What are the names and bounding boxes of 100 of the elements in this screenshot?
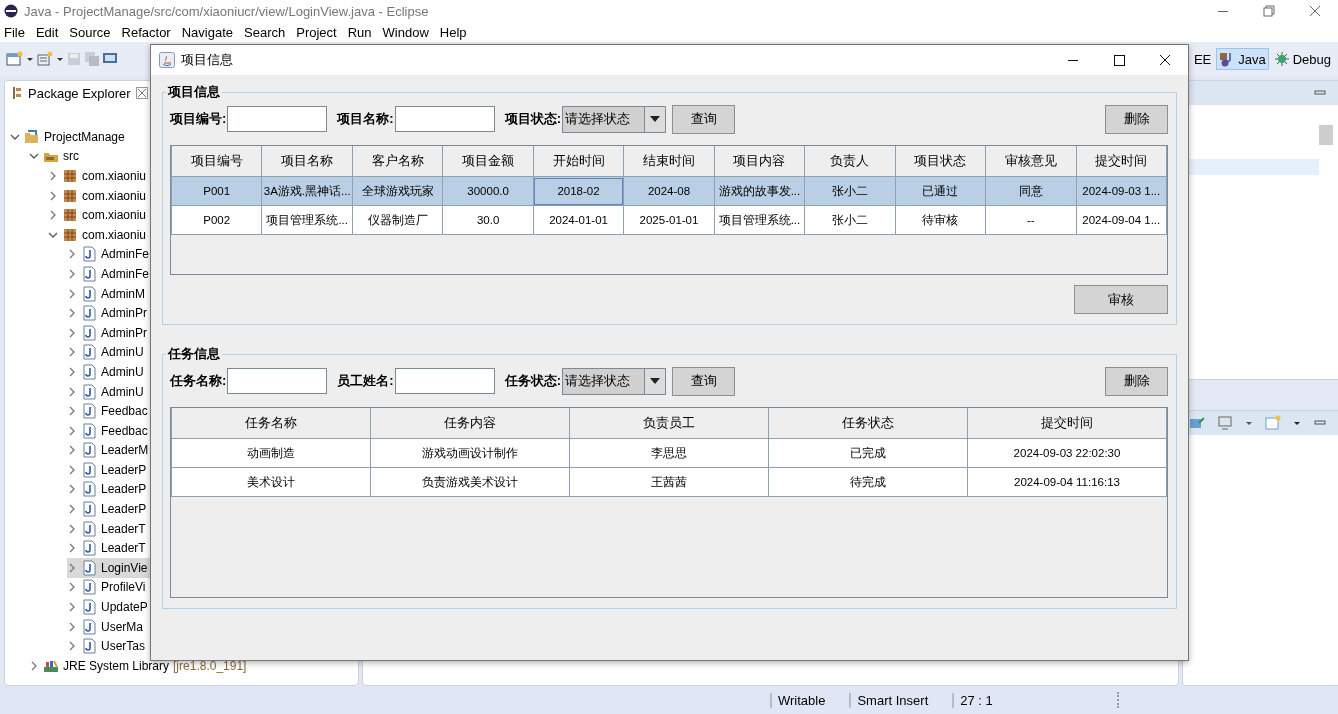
menu-item[interactable]: Refactor	[121, 24, 171, 40]
tree-item[interactable]: com.xiaoniu	[48, 166, 149, 186]
review-button[interactable]: 审核	[1074, 285, 1168, 314]
chevron-right-icon[interactable]	[67, 562, 77, 573]
tree-item[interactable]: LeaderP	[67, 460, 149, 480]
tree-item[interactable]: AdminFe	[67, 264, 152, 284]
chevron-right-icon[interactable]	[67, 268, 77, 279]
chevron-right-icon[interactable]	[67, 543, 77, 554]
chevron-right-icon[interactable]	[67, 425, 77, 436]
tree-item[interactable]: AdminU	[67, 342, 146, 363]
column-header[interactable]: 任务内容	[370, 408, 570, 439]
tree-item[interactable]: AdminM	[67, 283, 147, 304]
scrollbar[interactable]	[1319, 125, 1333, 145]
chevron-right-icon[interactable]	[67, 308, 77, 319]
column-header[interactable]: 负责员工	[569, 408, 769, 439]
status-dropdown[interactable]: 请选择状态	[562, 105, 667, 133]
table-row[interactable]: P001 3A游戏.黑神话... 全球游戏玩家 30000.0 2018-02 2024-08 游戏的故事发... 张小二 已通过 同意 2024-09-03 1...	[171, 176, 1167, 206]
chevron-right-icon[interactable]	[67, 366, 77, 377]
tree-item[interactable]: LoginVie	[67, 558, 150, 578]
menu-item[interactable]: File	[4, 24, 25, 40]
tree-item[interactable]: UserMa	[67, 616, 145, 637]
tree-item[interactable]: LeaderM	[67, 440, 151, 461]
table-row[interactable]: 美术设计 负责游戏美术设计 王茜茜 待完成 2024-09-04 11:16:13	[171, 467, 1167, 497]
column-header[interactable]: 提交时间	[1076, 146, 1167, 177]
column-header[interactable]: 项目内容	[714, 146, 805, 177]
tree-item[interactable]: ProfileVi	[67, 577, 148, 598]
perspective-button[interactable]: Debug	[1270, 48, 1334, 70]
menu-item[interactable]: Edit	[35, 24, 59, 40]
column-header[interactable]: 开始时间	[533, 146, 624, 177]
delete-button[interactable]: 删除	[1105, 104, 1168, 134]
tree-item[interactable]: com.xiaoniu	[48, 224, 149, 245]
chevron-right-icon[interactable]	[67, 602, 77, 613]
menu-item[interactable]: Source	[69, 24, 111, 40]
tree-item[interactable]: LeaderT	[67, 538, 148, 559]
column-header[interactable]: 客户名称	[352, 146, 443, 177]
menu-item[interactable]: Help	[439, 24, 467, 40]
chevron-right-icon[interactable]	[67, 406, 77, 417]
chevron-right-icon[interactable]	[67, 484, 77, 495]
tree-item[interactable]: AdminPr	[67, 303, 149, 323]
delete-button[interactable]: 删除	[1105, 366, 1168, 396]
tree-item[interactable]: AdminFe	[67, 244, 152, 265]
tree-item[interactable]: AdminU	[67, 381, 146, 402]
input-field[interactable]	[394, 368, 495, 394]
column-header[interactable]: 项目金额	[442, 146, 534, 177]
tree-item[interactable]: com.xiaoniu	[48, 185, 149, 206]
status-dropdown[interactable]: 请选择状态	[562, 367, 667, 395]
chevron-right-icon[interactable]	[67, 504, 77, 515]
chevron-right-icon[interactable]	[67, 288, 77, 299]
tree-item[interactable]: LeaderT	[67, 518, 148, 539]
chevron-right-icon[interactable]	[67, 641, 77, 652]
input-field[interactable]	[394, 106, 495, 132]
chevron-right-icon[interactable]	[29, 660, 39, 671]
tree-item[interactable]: com.xiaoniu	[48, 205, 149, 225]
column-header[interactable]: 负责人	[804, 146, 896, 177]
table-row[interactable]: P002 项目管理系统... 仪器制造厂 30.0 2024-01-01 2025-01-01 项目管理系统... 张小二 待审核 -- 2024-09-04 1...	[171, 205, 1167, 235]
chevron-right-icon[interactable]	[48, 190, 58, 201]
tree-item[interactable]: AdminPr	[67, 322, 149, 343]
menu-item[interactable]: Project	[296, 24, 337, 40]
column-header[interactable]: 审核意见	[985, 146, 1077, 177]
tree-item[interactable]: Feedbac	[67, 420, 150, 441]
tree-item[interactable]: JRE System Library [jre1.8.0_191]	[29, 656, 249, 676]
perspective-button[interactable]: Java	[1216, 48, 1269, 70]
input-field[interactable]	[227, 368, 328, 394]
column-header[interactable]: 项目状态	[895, 146, 986, 177]
menu-item[interactable]: Search	[244, 24, 286, 40]
column-header[interactable]: 任务名称	[171, 408, 371, 439]
column-header[interactable]: 提交时间	[967, 408, 1167, 439]
tree-item[interactable]: UpdateP	[67, 597, 150, 617]
chevron-right-icon[interactable]	[48, 171, 58, 181]
chevron-right-icon[interactable]	[67, 327, 77, 338]
column-header[interactable]: 任务状态	[768, 408, 968, 439]
panel-title[interactable]: Package Explorer	[28, 85, 131, 101]
perspective-button[interactable]: EE	[1190, 48, 1215, 70]
tree-item[interactable]: ProjectManage	[10, 127, 127, 147]
chevron-right-icon[interactable]	[67, 523, 77, 534]
column-header[interactable]: 项目名称	[261, 146, 353, 177]
chevron-right-icon[interactable]	[67, 621, 77, 632]
tree-item[interactable]: src	[29, 146, 81, 167]
table-row[interactable]: 动画制造 游戏动画设计制作 李思思 已完成 2024-09-03 22:02:30	[171, 438, 1167, 468]
chevron-right-icon[interactable]	[67, 464, 77, 475]
tree-item[interactable]: UserTas	[67, 636, 147, 657]
column-header[interactable]: 结束时间	[623, 146, 715, 177]
close-icon[interactable]	[135, 87, 148, 99]
chevron-right-icon[interactable]	[67, 582, 77, 593]
menu-item[interactable]: Navigate	[181, 24, 233, 40]
chevron-right-icon[interactable]	[67, 249, 77, 260]
menu-item[interactable]: Window	[382, 24, 429, 40]
chevron-right-icon[interactable]	[67, 386, 77, 397]
menu-item[interactable]: Run	[347, 24, 372, 40]
tree-item[interactable]: LeaderP	[67, 499, 149, 519]
query-button[interactable]: 查询	[672, 366, 736, 396]
query-button[interactable]: 查询	[672, 104, 736, 134]
tree-item[interactable]: AdminU	[67, 362, 146, 382]
chevron-right-icon[interactable]	[67, 347, 77, 358]
input-field[interactable]	[227, 106, 328, 132]
tree-item[interactable]: Feedbac	[67, 401, 150, 421]
chevron-right-icon[interactable]	[67, 445, 77, 456]
chevron-right-icon[interactable]	[48, 210, 58, 221]
tree-item[interactable]: LeaderP	[67, 479, 149, 500]
column-header[interactable]: 项目编号	[171, 146, 262, 177]
